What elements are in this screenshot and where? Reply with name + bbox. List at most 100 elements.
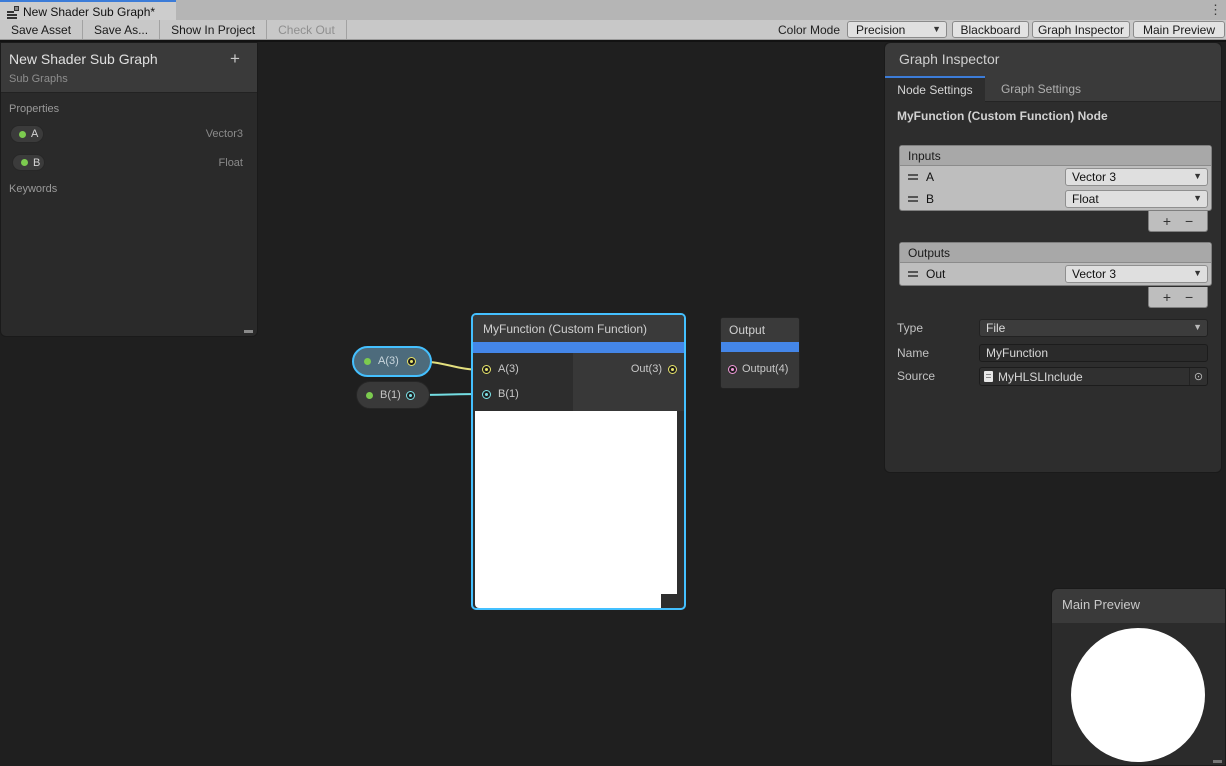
file-icon xyxy=(984,371,993,382)
inspector-tab-bar: Node Settings Graph Settings xyxy=(885,76,1221,102)
preview-resize-notch xyxy=(661,594,677,608)
graph-inspector-header[interactable]: Graph Inspector xyxy=(885,43,1221,76)
node-title: MyFunction (Custom Function) xyxy=(473,315,684,342)
blackboard-title: New Shader Sub Graph xyxy=(9,51,158,67)
node-accent-bar xyxy=(473,342,684,353)
source-object-field[interactable]: MyHLSLInclude ⊙ xyxy=(979,367,1208,386)
blackboard-header[interactable]: New Shader Sub Graph Sub Graphs + xyxy=(1,43,257,93)
output-node[interactable]: Output Output(4) xyxy=(720,317,800,389)
property-name: A xyxy=(31,128,38,140)
main-preview-header[interactable]: Main Preview xyxy=(1052,589,1225,623)
show-in-project-button[interactable]: Show In Project xyxy=(160,20,267,39)
drag-handle-icon[interactable] xyxy=(908,196,918,202)
main-preview-toggle-button[interactable]: Main Preview xyxy=(1133,21,1225,38)
input-b-type-dropdown[interactable]: Float ▼ xyxy=(1065,190,1208,208)
shader-preview-sphere[interactable] xyxy=(1071,628,1205,762)
exposed-dot-icon xyxy=(21,159,28,166)
input-port-b-label: B(1) xyxy=(498,388,519,400)
inputs-row-a[interactable]: A Vector 3 ▼ xyxy=(900,166,1211,188)
graph-inspector-toggle-button[interactable]: Graph Inspector xyxy=(1032,21,1130,38)
inputs-row-b[interactable]: B Float ▼ xyxy=(900,188,1211,210)
color-mode-value: Precision xyxy=(856,23,905,37)
object-picker-icon[interactable]: ⊙ xyxy=(1189,368,1207,385)
color-mode-dropdown[interactable]: Precision ▼ xyxy=(847,21,947,38)
source-value: MyHLSLInclude xyxy=(998,370,1083,384)
document-tab-title: New Shader Sub Graph* xyxy=(23,5,155,19)
blackboard-toggle-button[interactable]: Blackboard xyxy=(952,21,1029,38)
input-a-type-dropdown[interactable]: Vector 3 ▼ xyxy=(1065,168,1208,186)
remove-output-button[interactable]: − xyxy=(1185,290,1193,304)
port-float-icon[interactable] xyxy=(406,391,415,400)
inputs-list-header: Inputs xyxy=(900,146,1211,166)
node-title: Output xyxy=(721,318,799,342)
input-port-b-icon[interactable] xyxy=(482,390,491,399)
toolbar-left-group: Save Asset Save As... Show In Project Ch… xyxy=(0,20,347,39)
save-asset-button[interactable]: Save Asset xyxy=(0,20,83,39)
property-type: Float xyxy=(219,157,243,169)
output-type-dropdown[interactable]: Vector 3 ▼ xyxy=(1065,265,1208,283)
custom-function-node[interactable]: MyFunction (Custom Function) A(3) B(1) O… xyxy=(471,313,686,610)
tab-node-settings[interactable]: Node Settings xyxy=(885,76,985,102)
chevron-down-icon: ▼ xyxy=(1193,322,1202,332)
outputs-list: Outputs Out Vector 3 ▼ xyxy=(899,242,1212,286)
property-name: B xyxy=(33,157,40,169)
type-dropdown[interactable]: File ▼ xyxy=(979,319,1208,337)
node-output-column: Out(3) xyxy=(573,353,684,411)
main-preview-title: Main Preview xyxy=(1062,597,1140,612)
graph-inspector-panel: Graph Inspector Node Settings Graph Sett… xyxy=(884,42,1222,473)
add-property-button[interactable]: + xyxy=(225,49,245,69)
shader-graph-window: New Shader Sub Graph* ⋮ Save Asset Save … xyxy=(0,0,1226,766)
blackboard-property-a[interactable]: A xyxy=(10,125,44,143)
input-name: A xyxy=(926,170,934,184)
node-port-area: A(3) B(1) Out(3) xyxy=(473,353,684,411)
property-node-b[interactable]: B(1) xyxy=(356,381,430,409)
chevron-down-icon: ▼ xyxy=(932,24,941,34)
blackboard-panel: New Shader Sub Graph Sub Graphs + Proper… xyxy=(0,42,258,337)
outputs-row-out[interactable]: Out Vector 3 ▼ xyxy=(900,263,1211,285)
add-output-button[interactable]: + xyxy=(1163,290,1171,304)
type-label: Type xyxy=(897,321,923,335)
main-preview-panel: Main Preview xyxy=(1051,588,1226,766)
properties-section-label: Properties xyxy=(9,103,59,115)
resize-handle[interactable] xyxy=(1213,760,1222,763)
inputs-list: Inputs A Vector 3 ▼ B Float ▼ xyxy=(899,145,1212,211)
drag-handle-icon[interactable] xyxy=(908,174,918,180)
node-accent-bar xyxy=(721,342,799,352)
output-port-out-icon[interactable] xyxy=(668,365,677,374)
resize-handle[interactable] xyxy=(244,330,253,333)
name-field[interactable]: MyFunction xyxy=(979,344,1208,362)
drag-handle-icon[interactable] xyxy=(908,271,918,277)
chevron-down-icon: ▼ xyxy=(1193,193,1202,203)
property-node-label: B(1) xyxy=(380,389,401,401)
property-node-a[interactable]: A(3) xyxy=(352,346,432,377)
tab-graph-settings[interactable]: Graph Settings xyxy=(985,76,1097,102)
node-settings-heading: MyFunction (Custom Function) Node xyxy=(897,109,1108,123)
node-preview[interactable] xyxy=(475,411,677,608)
port-vector3-icon[interactable] xyxy=(407,357,416,366)
exposed-dot-icon xyxy=(364,358,371,365)
input-port-a-label: A(3) xyxy=(498,363,519,375)
output-type-value: Vector 3 xyxy=(1072,267,1116,281)
blackboard-property-b[interactable]: B xyxy=(12,154,45,171)
toolbar: Save Asset Save As... Show In Project Ch… xyxy=(0,20,1226,40)
kebab-menu-icon[interactable]: ⋮ xyxy=(1209,2,1222,18)
save-as-button[interactable]: Save As... xyxy=(83,20,160,39)
property-type: Vector3 xyxy=(206,128,243,140)
exposed-dot-icon xyxy=(19,131,26,138)
inputs-list-footer: + − xyxy=(1148,211,1208,232)
chevron-down-icon: ▼ xyxy=(1193,171,1202,181)
graph-inspector-title: Graph Inspector xyxy=(899,51,999,67)
check-out-button: Check Out xyxy=(267,20,347,39)
document-tab[interactable]: New Shader Sub Graph* xyxy=(0,0,176,20)
chevron-down-icon: ▼ xyxy=(1193,268,1202,278)
input-port-a-icon[interactable] xyxy=(482,365,491,374)
add-input-button[interactable]: + xyxy=(1163,214,1171,228)
input-a-type-value: Vector 3 xyxy=(1072,170,1116,184)
output-port-icon[interactable] xyxy=(728,365,737,374)
shader-graph-icon xyxy=(7,6,19,18)
type-value: File xyxy=(986,321,1005,335)
remove-input-button[interactable]: − xyxy=(1185,214,1193,228)
color-mode-label: Color Mode xyxy=(778,23,840,37)
property-node-label: A(3) xyxy=(378,355,399,367)
input-b-type-value: Float xyxy=(1072,192,1099,206)
